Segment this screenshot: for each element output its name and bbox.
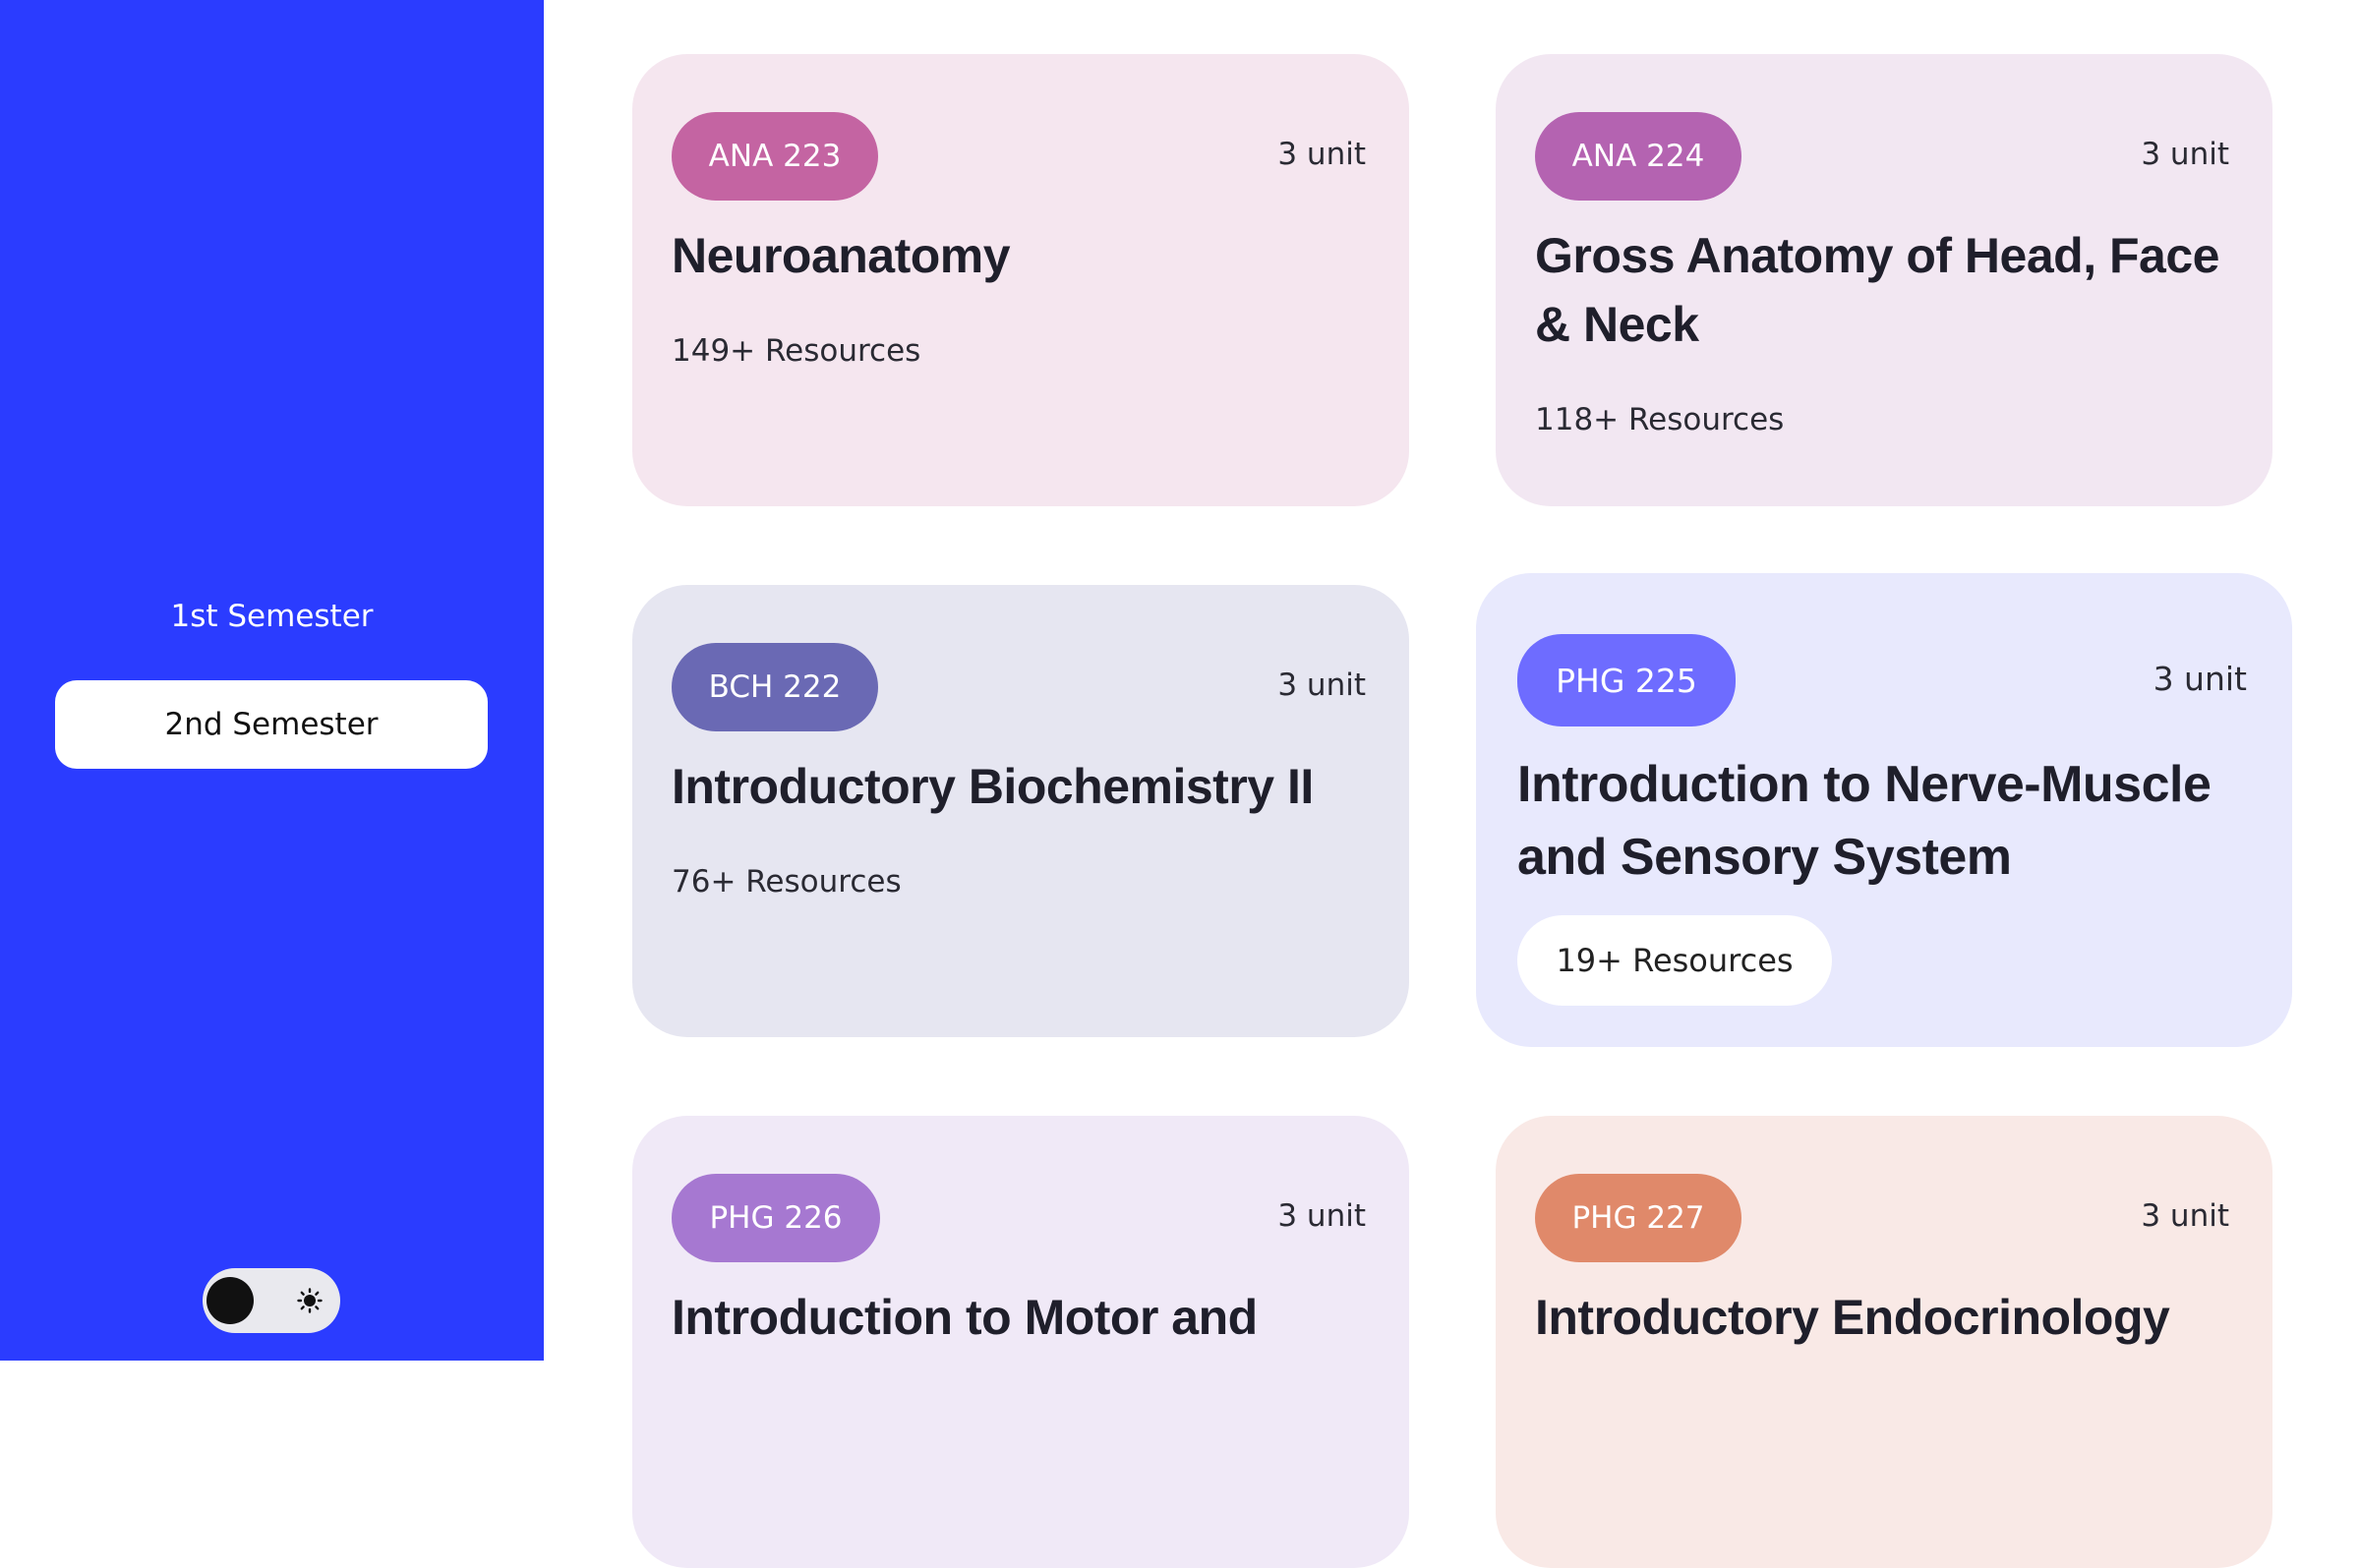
course-code-badge: PHG 226 xyxy=(672,1174,880,1262)
sun-icon xyxy=(297,1288,323,1313)
course-units: 3 unit xyxy=(2141,137,2229,172)
semester-link-first[interactable]: 1st Semester xyxy=(0,590,544,643)
course-units: 3 unit xyxy=(2153,660,2247,698)
course-title: Introductory Endocrinology xyxy=(1535,1290,2170,1345)
course-card-phg-226[interactable]: PHG 226 3 unit Introduction to Motor and xyxy=(632,1116,1409,1568)
toggle-knob xyxy=(206,1277,254,1324)
course-code-badge: PHG 225 xyxy=(1517,634,1736,726)
course-title: Introduction to Motor and xyxy=(672,1290,1258,1345)
course-code-badge: PHG 227 xyxy=(1535,1174,1741,1262)
course-card-bch-222[interactable]: BCH 222 3 unit Introductory Biochemistry… xyxy=(632,585,1409,1037)
sidebar: 1st Semester 2nd Semester xyxy=(0,0,544,1361)
semester-link-second-active[interactable]: 2nd Semester xyxy=(55,680,488,769)
course-card-ana-224[interactable]: ANA 224 3 unit Gross Anatomy of Head, Fa… xyxy=(1496,54,2272,506)
course-units: 3 unit xyxy=(2141,1198,2229,1234)
course-card-phg-227[interactable]: PHG 227 3 unit Introductory Endocrinolog… xyxy=(1496,1116,2272,1568)
course-title: Neuroanatomy xyxy=(672,228,1011,283)
course-title: Introduction to Nerve-Muscle and Sensory… xyxy=(1517,756,2212,886)
course-code-badge: ANA 223 xyxy=(672,112,878,201)
course-resources-pill: 19+ Resources xyxy=(1517,915,1832,1006)
course-code-badge: BCH 222 xyxy=(672,643,878,731)
course-card-ana-223[interactable]: ANA 223 3 unit Neuroanatomy 149+ Resourc… xyxy=(632,54,1409,506)
course-units: 3 unit xyxy=(1277,1198,1366,1234)
theme-toggle[interactable] xyxy=(203,1268,340,1333)
course-resources: 118+ Resources xyxy=(1535,402,1785,437)
course-card-phg-225[interactable]: PHG 225 3 unit Introduction to Nerve-Mus… xyxy=(1476,573,2292,1047)
course-units: 3 unit xyxy=(1277,137,1366,172)
course-title: Gross Anatomy of Head, Face & Neck xyxy=(1535,228,2219,352)
course-code-badge: ANA 224 xyxy=(1535,112,1741,201)
course-grid: ANA 223 3 unit Neuroanatomy 149+ Resourc… xyxy=(544,0,2360,1568)
course-resources: 76+ Resources xyxy=(672,864,902,900)
course-resources: 149+ Resources xyxy=(672,333,921,369)
course-units: 3 unit xyxy=(1277,668,1366,703)
course-title: Introductory Biochemistry II xyxy=(672,759,1314,814)
